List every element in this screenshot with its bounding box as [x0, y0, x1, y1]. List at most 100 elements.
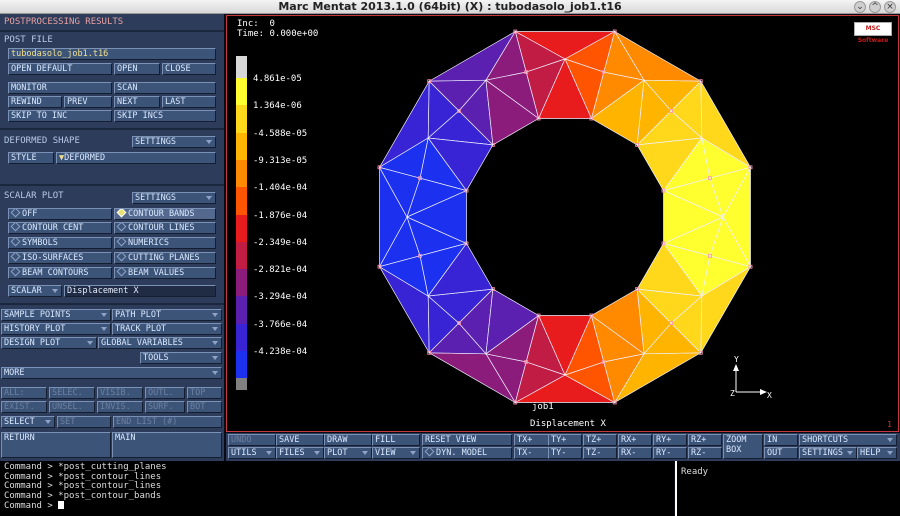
contour-cent-radio[interactable]: CONTOUR CENT: [8, 222, 112, 234]
iso-surfaces-radio[interactable]: ISO-SURFACES: [8, 252, 112, 264]
undo-button[interactable]: UNDO: [228, 434, 276, 446]
numerics-radio[interactable]: NUMERICS: [114, 237, 216, 249]
symbols-radio[interactable]: SYMBOLS: [8, 237, 112, 249]
beam-contours-label: BEAM CONTOURS: [22, 268, 89, 278]
style-button[interactable]: STYLE: [8, 152, 54, 164]
shortcuts-button[interactable]: SHORTCUTS: [799, 434, 897, 446]
beam-contours-radio[interactable]: BEAM CONTOURS: [8, 267, 112, 279]
axis-triad: Y Z X: [730, 355, 772, 400]
window-controls: ⌄ ^ ×: [854, 1, 896, 13]
set-button[interactable]: SET: [57, 416, 111, 428]
reset-view-button[interactable]: RESET VIEW: [422, 434, 512, 446]
sample-points-button[interactable]: SAMPLE POINTS: [1, 309, 111, 321]
monitor-button[interactable]: MONITOR: [8, 82, 112, 94]
selec-button[interactable]: SELEC.: [49, 387, 95, 399]
help-button[interactable]: HELP: [857, 447, 897, 459]
open-button[interactable]: OPEN: [114, 63, 160, 75]
contour-bands-radio[interactable]: CONTOUR BANDS: [114, 208, 216, 220]
rz-plus-button[interactable]: RZ+: [688, 434, 722, 446]
plot-button[interactable]: PLOT: [324, 447, 372, 459]
rewind-button[interactable]: REWIND: [8, 96, 62, 108]
job-label: job1: [532, 402, 554, 412]
bot-button[interactable]: BOT: [187, 401, 222, 413]
tools-button[interactable]: TOOLS: [140, 352, 222, 364]
top-button[interactable]: TOP: [187, 387, 222, 399]
more-button[interactable]: MORE: [1, 367, 222, 379]
zoom-box-button[interactable]: ZOOM BOX: [723, 434, 763, 459]
rz-minus-button[interactable]: RZ-: [688, 447, 722, 459]
tz-minus-button[interactable]: TZ-: [583, 447, 617, 459]
select-button[interactable]: SELECT: [1, 416, 55, 428]
exist-button[interactable]: EXIST.: [1, 401, 47, 413]
main-button[interactable]: MAIN: [112, 432, 222, 458]
zoom-out-button[interactable]: OUT: [764, 447, 798, 459]
scan-button[interactable]: SCAN: [114, 82, 216, 94]
path-plot-button[interactable]: PATH PLOT: [112, 309, 222, 321]
dyn-model-button[interactable]: DYN. MODEL: [422, 447, 512, 459]
scalar-button[interactable]: SCALAR: [8, 285, 62, 297]
track-plot-button[interactable]: TRACK PLOT: [112, 323, 222, 335]
scalar-settings-button[interactable]: SETTINGS: [132, 192, 216, 204]
minimize-icon[interactable]: ⌄: [854, 1, 866, 13]
chevron-down-icon: [212, 341, 218, 345]
outl-button[interactable]: OUTL.: [145, 387, 185, 399]
color-legend-bar: [236, 56, 247, 390]
utils-button[interactable]: UTILS: [228, 447, 276, 459]
legend-swatch: [236, 296, 247, 325]
iso-surfaces-label: ISO-SURFACES: [22, 253, 84, 263]
next-button[interactable]: NEXT: [114, 96, 160, 108]
graphics-viewport[interactable]: Inc: 0 Time: 0.000e+00 MSC Software 4.86…: [226, 15, 899, 432]
draw-button[interactable]: DRAW: [324, 434, 372, 446]
chevron-down-icon: [45, 420, 51, 424]
global-variables-button[interactable]: GLOBAL VARIABLES: [98, 337, 222, 349]
skip-to-inc-button[interactable]: SKIP TO INC: [8, 110, 112, 122]
zoom-in-button[interactable]: IN: [764, 434, 798, 446]
rx-minus-button[interactable]: RX-: [618, 447, 652, 459]
view-button[interactable]: VIEW: [372, 447, 420, 459]
design-plot-button[interactable]: DESIGN PLOT: [1, 337, 97, 349]
radio-icon: [10, 238, 21, 247]
cutting-planes-radio[interactable]: CUTTING PLANES: [114, 252, 216, 264]
settings-toolbar-button[interactable]: SETTINGS: [799, 447, 857, 459]
radio-icon: [10, 223, 21, 232]
help-label: HELP: [860, 448, 881, 458]
prev-button[interactable]: PREV: [64, 96, 112, 108]
ry-plus-button[interactable]: RY+: [653, 434, 687, 446]
legend-value: -2.821e-04: [253, 265, 308, 276]
skip-incs-button[interactable]: SKIP INCS: [114, 110, 216, 122]
ty-minus-button[interactable]: TY-: [548, 447, 582, 459]
rx-plus-button[interactable]: RX+: [618, 434, 652, 446]
fill-button[interactable]: FILL: [372, 434, 420, 446]
scalar-value-field[interactable]: Displacement X: [64, 285, 216, 297]
visib-button[interactable]: VISIB.: [97, 387, 143, 399]
invis-button[interactable]: INVIS.: [97, 401, 143, 413]
maximize-icon[interactable]: ^: [869, 1, 881, 13]
style-select[interactable]: ▼DEFORMED: [56, 152, 216, 164]
last-button[interactable]: LAST: [162, 96, 216, 108]
open-default-button[interactable]: OPEN DEFAULT: [8, 63, 112, 75]
unsel-button[interactable]: UNSEL.: [49, 401, 95, 413]
deformed-settings-button[interactable]: SETTINGS: [132, 136, 216, 148]
save-button[interactable]: SAVE: [276, 434, 324, 446]
off-radio[interactable]: OFF: [8, 208, 112, 220]
tz-plus-button[interactable]: TZ+: [583, 434, 617, 446]
off-label: OFF: [22, 209, 38, 219]
ty-plus-button[interactable]: TY+: [548, 434, 582, 446]
beam-values-radio[interactable]: BEAM VALUES: [114, 267, 216, 279]
chevron-down-icon: [314, 451, 320, 455]
end-list-button[interactable]: END LIST (#): [113, 416, 222, 428]
command-console[interactable]: Command > *post_cutting_planes Command >…: [0, 461, 674, 516]
return-button[interactable]: RETURN: [1, 432, 111, 458]
history-plot-button[interactable]: HISTORY PLOT: [1, 323, 111, 335]
files-button[interactable]: FILES: [276, 447, 324, 459]
contour-lines-radio[interactable]: CONTOUR LINES: [114, 222, 216, 234]
close-button[interactable]: CLOSE: [162, 63, 216, 75]
chevron-down-icon: [212, 371, 218, 375]
ry-minus-button[interactable]: RY-: [653, 447, 687, 459]
global-variables-label: GLOBAL VARIABLES: [101, 338, 183, 348]
all-button[interactable]: ALL:: [1, 387, 47, 399]
close-window-icon[interactable]: ×: [884, 1, 896, 13]
surf-button[interactable]: SURF.: [145, 401, 185, 413]
command-input[interactable]: Command >: [4, 501, 670, 512]
post-file-field[interactable]: tubodasolo_job1.t16: [8, 48, 216, 60]
